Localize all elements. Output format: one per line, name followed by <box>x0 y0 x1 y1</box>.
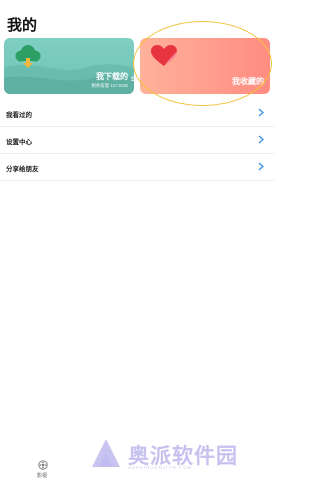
card-edge-letter: S <box>131 77 136 83</box>
chevron-right-icon <box>258 162 264 171</box>
film-reel-icon[interactable] <box>38 460 48 470</box>
chevron-right-icon <box>258 108 264 117</box>
downloads-title: 我下载的 <box>96 72 128 81</box>
chevron-right-icon <box>258 135 264 144</box>
settings-menu: 我看过的 设置中心 分享给朋友 <box>0 100 275 181</box>
my-downloads-card[interactable]: 我下载的 剩余容量 117.8GB <box>4 38 134 94</box>
menu-item-label: 分享给朋友 <box>6 166 39 173</box>
menu-item-history[interactable]: 我看过的 <box>0 100 275 127</box>
aupai-logo-icon <box>92 439 120 467</box>
page-title: 我的 <box>7 17 38 34</box>
menu-item-share[interactable]: 分享给朋友 <box>0 154 275 181</box>
tab-movies-label[interactable]: 影视 <box>37 472 47 479</box>
menu-item-settings[interactable]: 设置中心 <box>0 127 275 154</box>
menu-item-label: 我看过的 <box>6 112 32 119</box>
highlight-ring <box>133 21 272 106</box>
cloud-download-icon <box>15 45 41 68</box>
watermark: 奥派软件园 AUPAIRUANJIAN.COM <box>88 437 268 475</box>
watermark-url: AUPAIRUANJIAN.COM <box>128 465 193 470</box>
menu-item-label: 设置中心 <box>6 139 32 146</box>
storage-remaining: 剩余容量 117.8GB <box>91 83 128 88</box>
